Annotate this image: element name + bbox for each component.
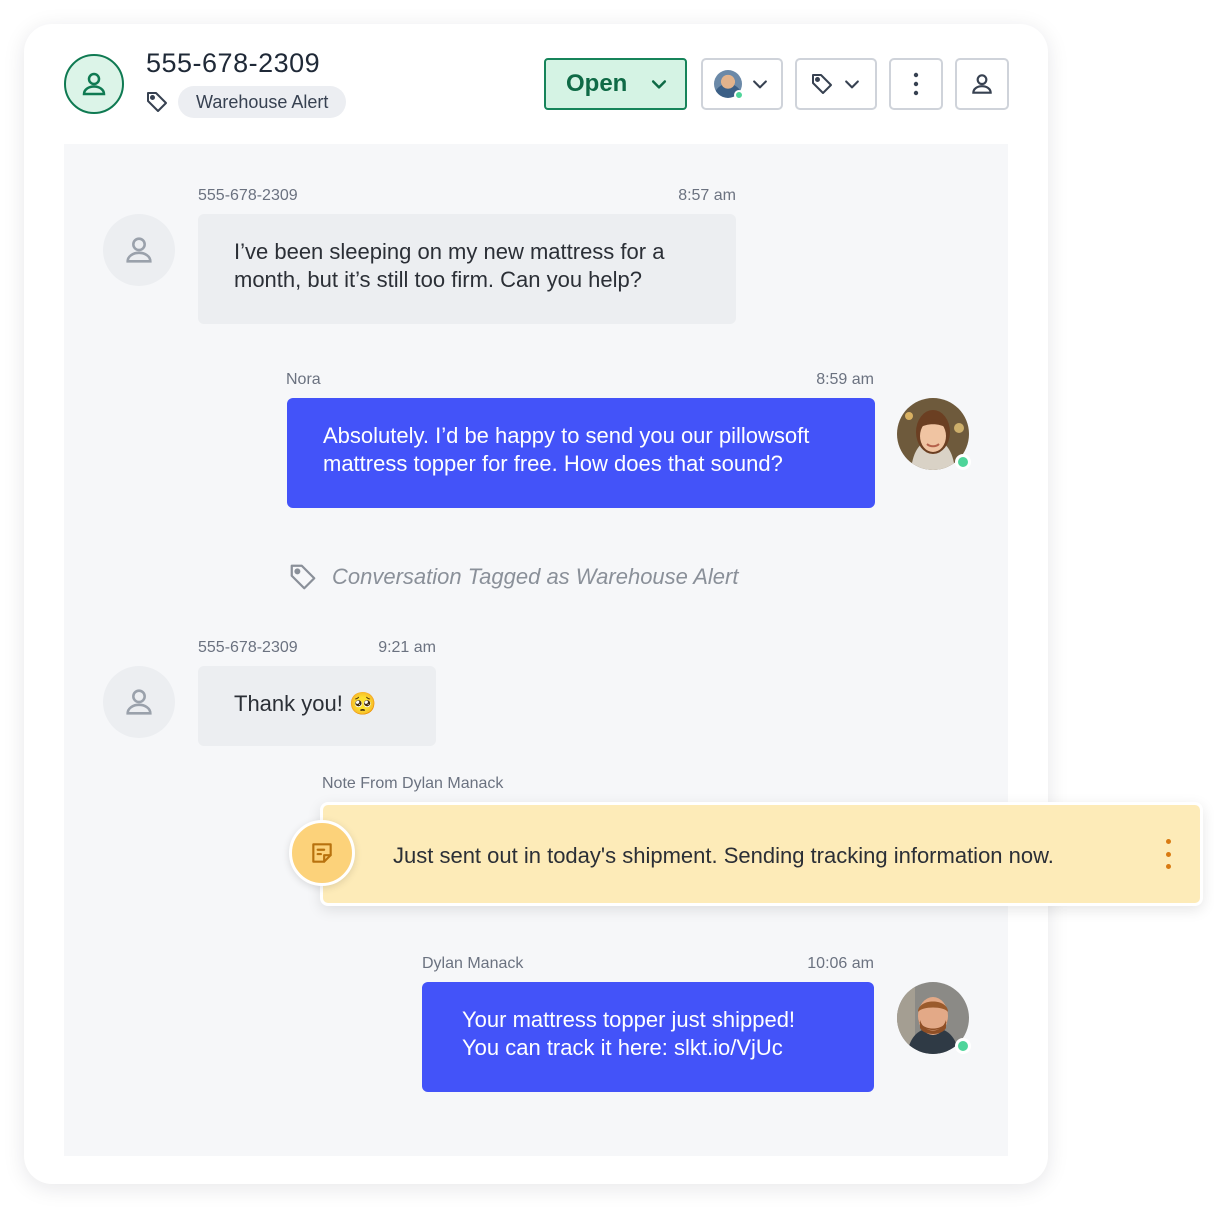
user-icon xyxy=(82,72,106,96)
more-options-button[interactable] xyxy=(889,58,943,110)
user-icon xyxy=(126,689,152,715)
tag-icon xyxy=(812,74,832,94)
contact-profile-button[interactable] xyxy=(955,58,1009,110)
status-dropdown[interactable]: Open xyxy=(544,58,687,110)
note-text: Just sent out in today's shipment. Sendi… xyxy=(393,843,1054,868)
message-text-line: Your mattress topper just shipped! xyxy=(462,1007,796,1032)
message-bubble-outbound: Absolutely. I’d be happy to send you our… xyxy=(287,398,875,508)
sticky-note-icon xyxy=(312,843,332,863)
tag-icon xyxy=(147,92,167,112)
contact-avatar[interactable] xyxy=(64,54,124,114)
assignee-dropdown[interactable] xyxy=(701,58,783,110)
message-time: 8:57 am xyxy=(678,187,736,204)
chevron-down-icon xyxy=(651,80,667,89)
tag-pill[interactable]: Warehouse Alert xyxy=(178,86,347,118)
message-time: 8:59 am xyxy=(816,371,874,388)
message-bubble-inbound: Thank you! 🥺 xyxy=(198,666,436,746)
message-text-line: Absolutely. I’d be happy to send you our… xyxy=(323,423,810,448)
internal-note: Just sent out in today's shipment. Sendi… xyxy=(320,802,1203,906)
user-icon xyxy=(972,74,992,94)
message-sender: 555-678-2309 xyxy=(198,187,298,204)
tag-icon xyxy=(290,564,316,590)
event-text: Conversation Tagged as Warehouse Alert xyxy=(332,564,739,589)
message-time: 10:06 am xyxy=(807,955,874,972)
tag-menu-dropdown[interactable] xyxy=(795,58,877,110)
online-indicator xyxy=(955,454,971,470)
status-label: Open xyxy=(566,70,628,97)
customer-avatar[interactable] xyxy=(103,666,175,738)
message-text-line: You can track it here: slkt.io/VjUc xyxy=(462,1035,783,1060)
message-meta: Nora 8:59 am xyxy=(286,371,874,389)
message-bubble-inbound: I’ve been sleeping on my new mattress fo… xyxy=(198,214,736,324)
message-time: 9:21 am xyxy=(378,639,436,656)
agent-avatar-dylan[interactable] xyxy=(897,982,971,1054)
user-icon xyxy=(126,237,152,263)
message-text-line: month, but it’s still too firm. Can you … xyxy=(234,267,643,292)
chevron-down-icon xyxy=(753,80,767,89)
note-menu-button[interactable] xyxy=(1162,839,1174,869)
customer-avatar[interactable] xyxy=(103,214,175,286)
online-indicator xyxy=(955,1038,971,1054)
tag-event: Conversation Tagged as Warehouse Alert xyxy=(288,562,738,592)
contact-title: 555-678-2309 xyxy=(146,48,321,78)
message-meta: 555-678-2309 9:21 am xyxy=(198,639,436,657)
chevron-down-icon xyxy=(845,80,859,89)
message-bubble-outbound: Your mattress topper just shipped! You c… xyxy=(422,982,874,1092)
message-sender: Nora xyxy=(286,371,321,388)
note-label: Note From Dylan Manack xyxy=(322,775,504,792)
message-meta: Dylan Manack 10:06 am xyxy=(422,955,874,973)
message-sender: 555-678-2309 xyxy=(198,639,298,656)
online-indicator xyxy=(734,90,744,100)
more-vertical-icon xyxy=(913,72,919,96)
message-text-line: mattress topper for free. How does that … xyxy=(323,451,783,476)
agent-avatar-nora[interactable] xyxy=(897,398,971,470)
message-text: Thank you! 🥺 xyxy=(234,691,377,716)
message-text-line: I’ve been sleeping on my new mattress fo… xyxy=(234,239,665,264)
message-sender: Dylan Manack xyxy=(422,955,524,972)
message-meta: 555-678-2309 8:57 am xyxy=(198,187,736,205)
assignee-avatar xyxy=(714,70,744,100)
note-icon xyxy=(289,820,355,886)
